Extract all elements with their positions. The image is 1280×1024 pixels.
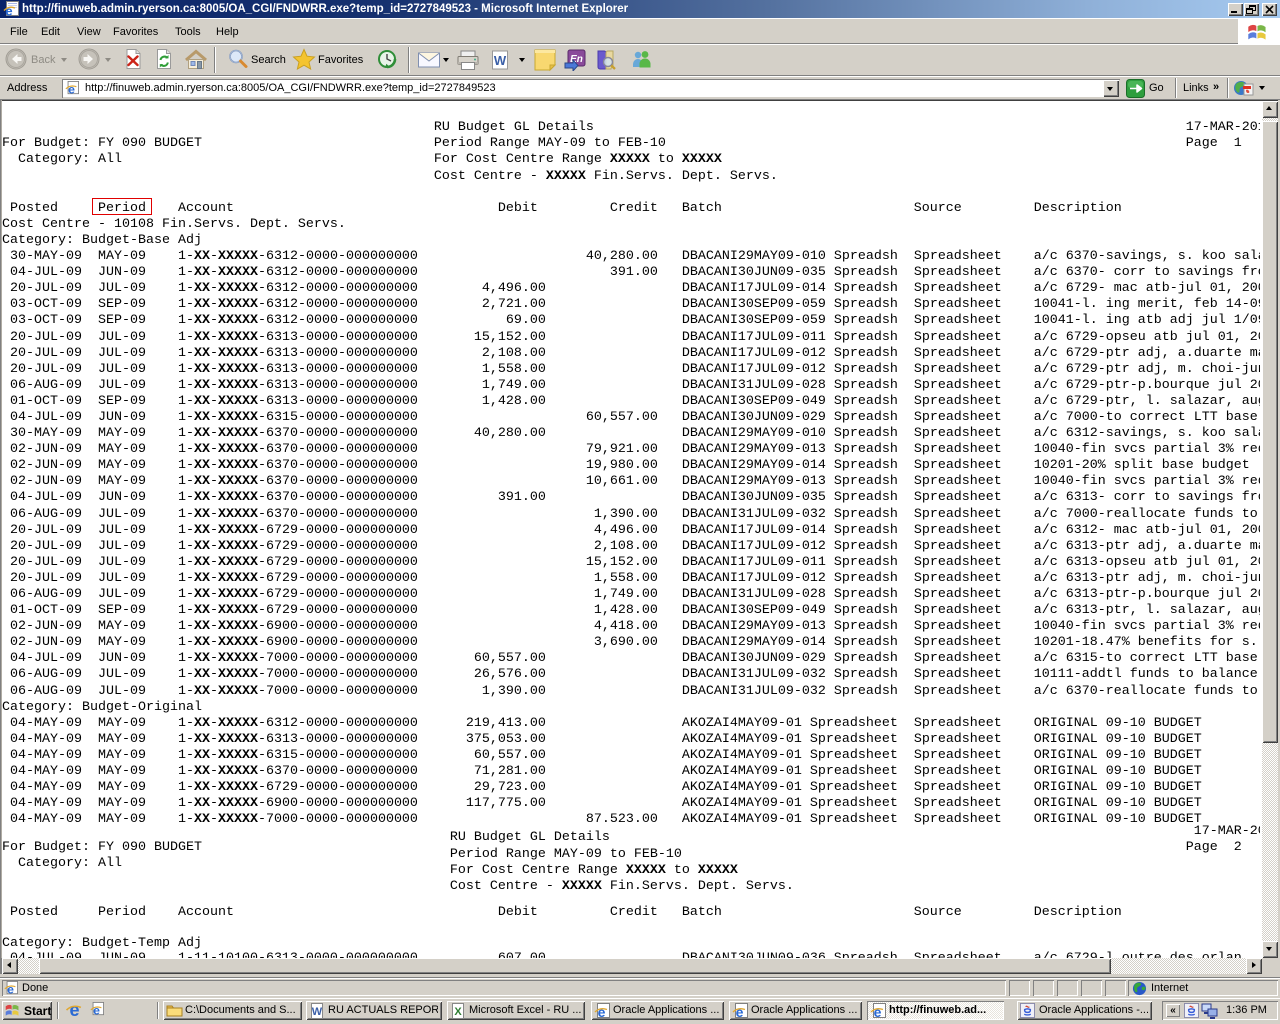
svg-text:W: W (494, 53, 507, 68)
svg-text:X: X (454, 1006, 462, 1018)
svg-text:e: e (874, 1004, 882, 1019)
svg-text:e: e (5, 4, 12, 18)
svg-text:e: e (68, 82, 75, 95)
svg-text:e: e (93, 1003, 100, 1016)
svg-text:W: W (312, 1006, 323, 1018)
svg-text:e: e (736, 1004, 744, 1019)
svg-text:e: e (7, 982, 14, 995)
svg-text:e: e (69, 1001, 79, 1018)
svg-text:e: e (598, 1004, 606, 1019)
